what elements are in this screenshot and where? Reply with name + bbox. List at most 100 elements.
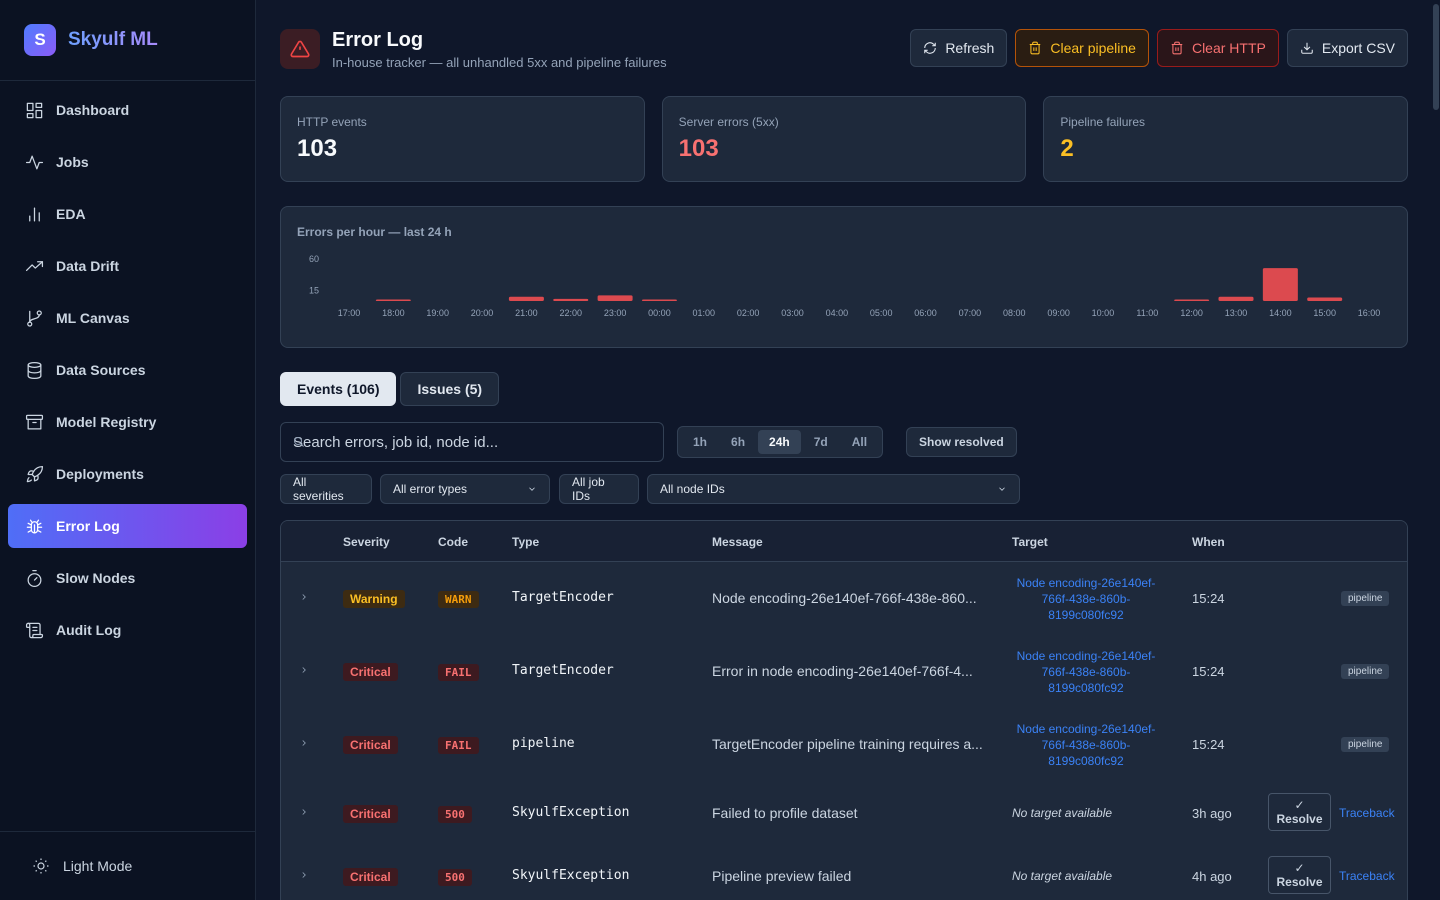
col-message[interactable]: Message	[712, 535, 763, 549]
rocket-icon	[24, 464, 44, 484]
sidebar-item-eda[interactable]: EDA	[8, 192, 247, 236]
node-id-filter[interactable]: All node IDs	[647, 474, 1020, 504]
col-type[interactable]: Type	[512, 535, 539, 549]
chart-bar[interactable]	[508, 296, 544, 301]
database-icon	[24, 360, 44, 380]
col-target[interactable]: Target	[1012, 535, 1048, 549]
clear-http-button[interactable]: Clear HTTP	[1156, 29, 1279, 67]
sidebar-item-data-drift[interactable]: Data Drift	[8, 244, 247, 288]
severity-filter-label: All severities	[293, 475, 344, 503]
show-resolved-button[interactable]: Show resolved	[906, 427, 1017, 457]
header-actions: Refresh Clear pipeline Clear HTTP Export…	[910, 29, 1408, 67]
sidebar-item-error-log[interactable]: Error Log	[8, 504, 247, 548]
x-tick-label: 03:00	[781, 308, 804, 318]
sidebar-item-label: Slow Nodes	[56, 570, 136, 586]
search-input[interactable]	[293, 433, 653, 451]
error-type-filter[interactable]: All error types	[380, 474, 550, 504]
col-severity[interactable]: Severity	[343, 535, 390, 549]
tab-issues[interactable]: Issues (5)	[400, 372, 500, 406]
x-tick-label: 21:00	[515, 308, 538, 318]
traceback-link[interactable]: Traceback	[1339, 806, 1395, 820]
table-row[interactable]: Critical FAIL pipeline TargetEncoder pip…	[281, 708, 1407, 781]
activity-icon	[24, 152, 44, 172]
x-tick-label: 05:00	[870, 308, 893, 318]
target-link[interactable]: Node encoding-26e140ef-766f-438e-860b-81…	[1008, 575, 1164, 623]
chart-bar[interactable]	[375, 299, 411, 302]
chevron-right-icon[interactable]	[299, 807, 309, 817]
sidebar-item-jobs[interactable]: Jobs	[8, 140, 247, 184]
error-message: Node encoding-26e140ef-766f-438e-860...	[712, 590, 977, 606]
check-icon: ✓	[1294, 861, 1305, 875]
chevron-right-icon[interactable]	[299, 592, 309, 602]
severity-badge: Critical	[343, 805, 398, 823]
chart-bar[interactable]	[1174, 299, 1210, 302]
chart-bar[interactable]	[553, 298, 589, 301]
event-time: 3h ago	[1192, 806, 1232, 821]
resolve-button[interactable]: ✓ Resolve	[1268, 793, 1331, 831]
event-time: 4h ago	[1192, 869, 1232, 884]
sidebar-item-data-sources[interactable]: Data Sources	[8, 348, 247, 392]
chart-bar[interactable]	[641, 299, 677, 302]
x-tick-label: 06:00	[914, 308, 937, 318]
resolve-button[interactable]: ✓ Resolve	[1268, 856, 1331, 894]
sidebar-item-deployments[interactable]: Deployments	[8, 452, 247, 496]
sidebar-item-model-registry[interactable]: Model Registry	[8, 400, 247, 444]
x-tick-label: 08:00	[1003, 308, 1026, 318]
col-code[interactable]: Code	[438, 535, 468, 549]
sidebar-item-label: Deployments	[56, 466, 144, 482]
target-link[interactable]: Node encoding-26e140ef-766f-438e-860b-81…	[1008, 648, 1164, 696]
col-when[interactable]: When	[1192, 535, 1225, 549]
code-badge: FAIL	[438, 737, 479, 754]
stat-card-server-errors: Server errors (5xx) 103	[661, 96, 1027, 182]
range-6h[interactable]: 6h	[720, 430, 756, 454]
job-id-filter[interactable]: All job IDs	[559, 474, 639, 504]
x-tick-label: 23:00	[604, 308, 627, 318]
table-row[interactable]: Critical 500 SkyulfException Failed to p…	[281, 781, 1407, 844]
table-row[interactable]: Critical 500 SkyulfException Pipeline pr…	[281, 844, 1407, 900]
sidebar-item-audit-log[interactable]: Audit Log	[8, 608, 247, 652]
refresh-button[interactable]: Refresh	[910, 29, 1008, 67]
sidebar-item-label: Dashboard	[56, 102, 130, 118]
chart-bar[interactable]	[1262, 268, 1298, 301]
clear-pipeline-label: Clear pipeline	[1050, 40, 1136, 56]
stat-label: Server errors (5xx)	[678, 115, 779, 129]
sidebar-item-label: Audit Log	[56, 622, 122, 638]
code-badge: 500	[438, 869, 472, 886]
x-tick-label: 16:00	[1358, 308, 1381, 318]
chart-bar[interactable]	[597, 295, 633, 301]
code-badge: WARN	[438, 591, 479, 608]
alert-triangle-icon	[280, 29, 320, 69]
severity-filter[interactable]: All severities	[280, 474, 372, 504]
target-link[interactable]: Node encoding-26e140ef-766f-438e-860b-81…	[1008, 721, 1164, 769]
export-csv-button[interactable]: Export CSV	[1286, 29, 1408, 67]
tab-events[interactable]: Events (106)	[280, 372, 397, 406]
range-1h[interactable]: 1h	[682, 430, 718, 454]
resolve-label: Resolve	[1276, 812, 1323, 826]
sidebar-item-slow-nodes[interactable]: Slow Nodes	[8, 556, 247, 600]
severity-badge: Critical	[343, 663, 398, 681]
page-title: Error Log	[332, 29, 424, 51]
chevron-right-icon[interactable]	[299, 738, 309, 748]
sidebar-item-dashboard[interactable]: Dashboard	[8, 88, 247, 132]
theme-toggle[interactable]: Light Mode	[0, 831, 256, 900]
sidebar-item-ml-canvas[interactable]: ML Canvas	[8, 296, 247, 340]
traceback-link[interactable]: Traceback	[1339, 869, 1395, 883]
x-tick-label: 09:00	[1047, 308, 1070, 318]
table-row[interactable]: Critical FAIL TargetEncoder Error in nod…	[281, 635, 1407, 708]
timer-icon	[24, 568, 44, 588]
range-all[interactable]: All	[841, 430, 878, 454]
sidebar-item-label: EDA	[56, 206, 86, 222]
range-24h[interactable]: 24h	[758, 430, 801, 454]
x-tick-label: 00:00	[648, 308, 671, 318]
archive-icon	[24, 412, 44, 432]
range-7d[interactable]: 7d	[803, 430, 839, 454]
page-scrollbar[interactable]	[1433, 4, 1439, 110]
chart-bar[interactable]	[1307, 297, 1343, 302]
clear-pipeline-button[interactable]: Clear pipeline	[1015, 29, 1149, 67]
chevron-right-icon[interactable]	[299, 665, 309, 675]
brand[interactable]: S Skyulf ML	[0, 0, 255, 81]
chevron-right-icon[interactable]	[299, 870, 309, 880]
code-badge: FAIL	[438, 664, 479, 681]
chart-bar[interactable]	[1218, 296, 1254, 301]
table-row[interactable]: Warning WARN TargetEncoder Node encoding…	[281, 562, 1407, 635]
